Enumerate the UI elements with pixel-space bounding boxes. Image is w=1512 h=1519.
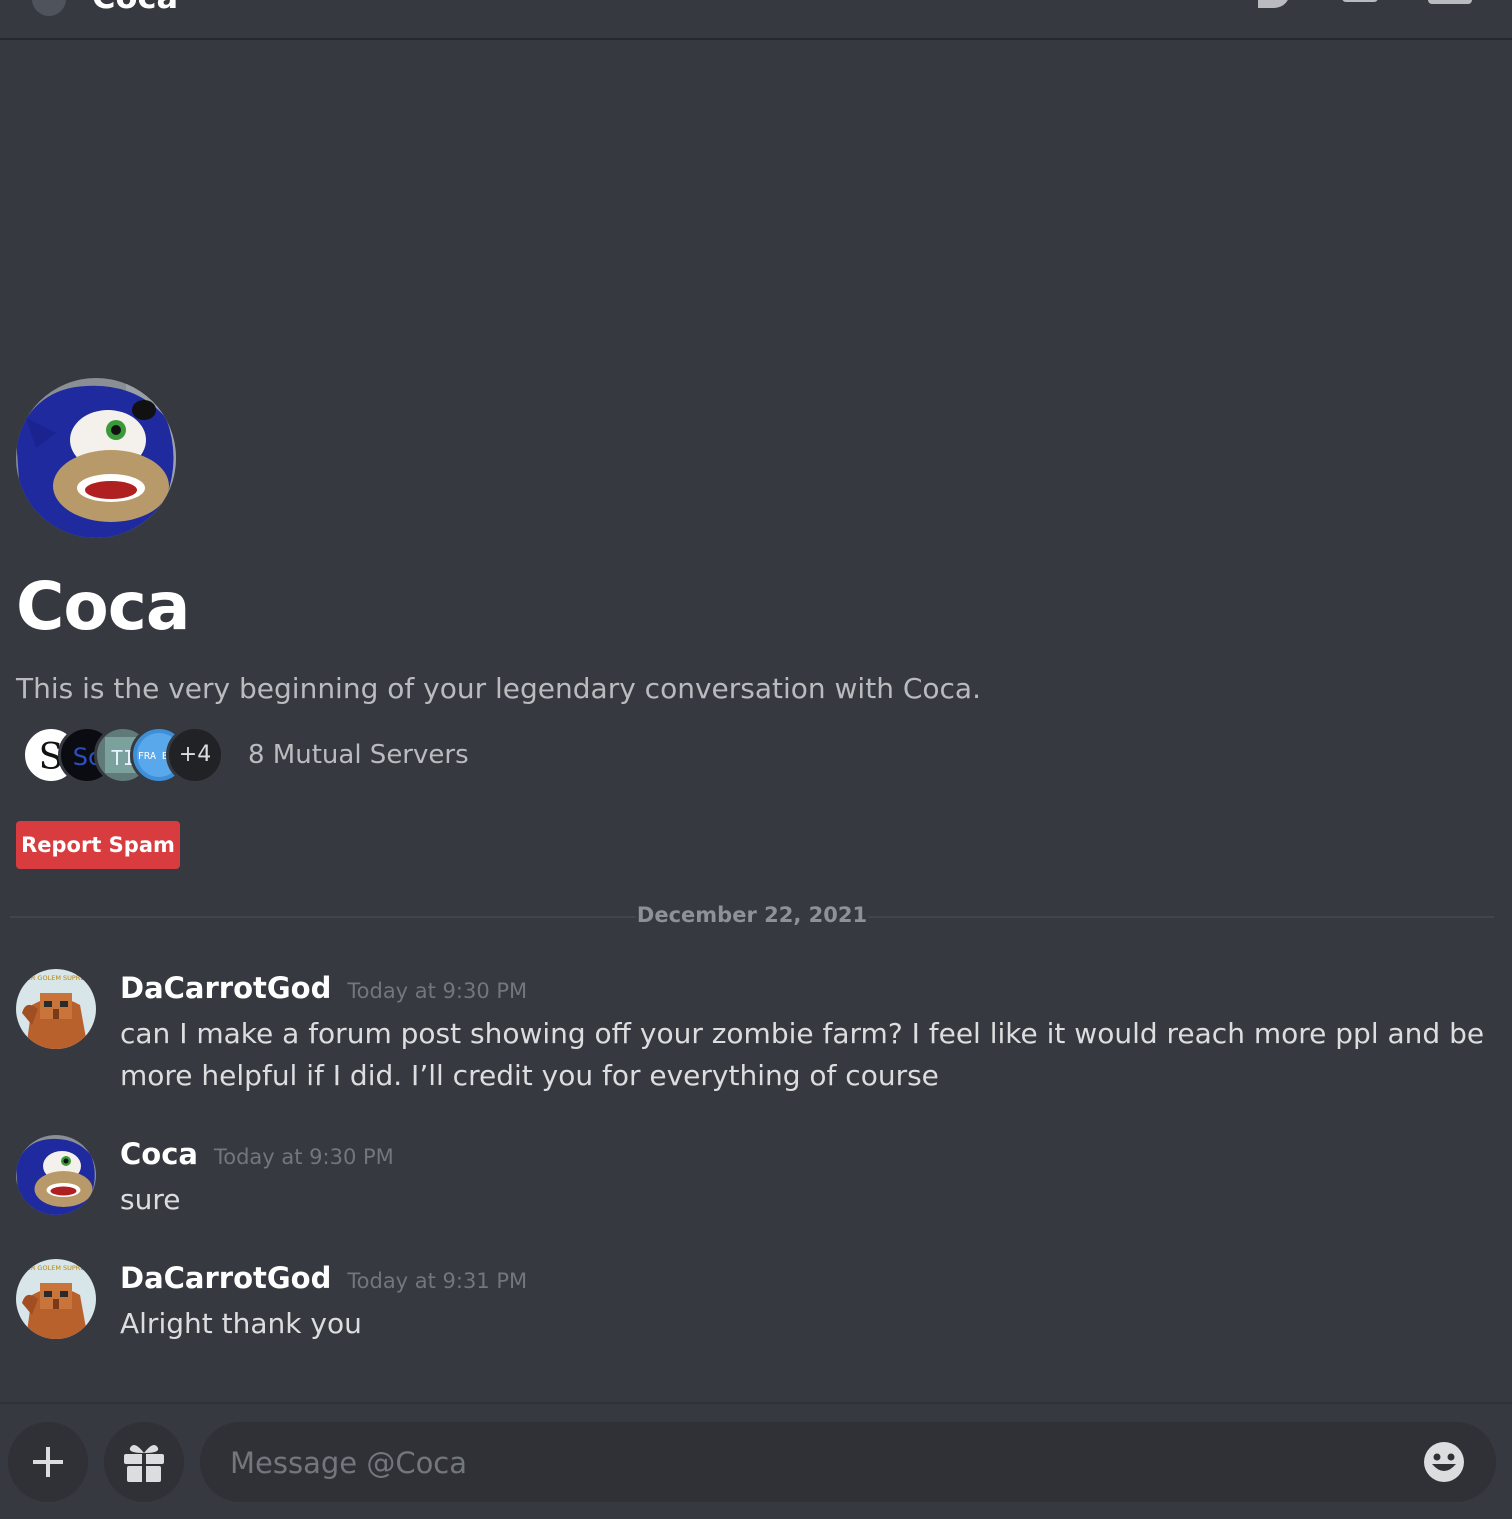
avatar[interactable]: COPPER GOLEM SUPREMACY — [16, 1259, 96, 1339]
profile-name: Coca — [16, 568, 190, 645]
channel-title: Coca — [92, 0, 178, 16]
back-arrow-icon[interactable] — [32, 0, 66, 16]
report-spam-button[interactable]: Report Spam — [16, 821, 180, 869]
message-timestamp: Today at 9:30 PM — [213, 1145, 394, 1169]
avatar[interactable]: COPPER GOLEM SUPREMACY — [16, 969, 96, 1049]
emoji-button[interactable] — [1422, 1440, 1466, 1484]
conversation-start-text: This is the very beginning of your legen… — [16, 672, 981, 705]
gift-icon — [124, 1444, 164, 1482]
member-list-icon[interactable] — [1428, 0, 1472, 4]
gift-button[interactable] — [104, 1422, 184, 1502]
call-icon[interactable] — [1258, 0, 1290, 8]
message-content: can I make a forum post showing off your… — [120, 1017, 1485, 1092]
message-composer — [0, 1402, 1512, 1519]
message-input-container[interactable] — [200, 1422, 1496, 1504]
message-input[interactable] — [228, 1422, 1412, 1504]
message-header: DaCarrotGod Today at 9:31 PM — [120, 1261, 527, 1295]
message-author[interactable]: Coca — [120, 1137, 198, 1171]
video-call-icon[interactable] — [1342, 0, 1378, 2]
message-timestamp: Today at 9:31 PM — [347, 1269, 528, 1293]
message-timestamp: Today at 9:30 PM — [347, 979, 528, 1003]
top-bar: Coca — [0, 0, 1512, 40]
message-author[interactable]: DaCarrotGod — [120, 1261, 331, 1295]
message-header: DaCarrotGod Today at 9:30 PM — [120, 971, 527, 1005]
hedgehog-avatar-icon — [16, 1135, 96, 1215]
plus-icon — [33, 1447, 63, 1477]
date-divider: December 22, 2021 — [636, 903, 868, 927]
copper-golem-avatar-icon: COPPER GOLEM SUPREMACY — [16, 969, 96, 1049]
attach-button[interactable] — [8, 1422, 88, 1502]
svg-text:COPPER GOLEM SUPREMACY: COPPER GOLEM SUPREMACY — [16, 1264, 96, 1272]
smiley-face-icon — [1424, 1442, 1464, 1482]
svg-text:COPPER GOLEM SUPREMACY: COPPER GOLEM SUPREMACY — [16, 974, 96, 982]
message-content: Alright thank you — [120, 1307, 362, 1340]
user-avatar[interactable] — [16, 378, 176, 538]
message-author[interactable]: DaCarrotGod — [120, 971, 331, 1005]
message-content: sure — [120, 1183, 181, 1216]
hedgehog-avatar-icon — [16, 378, 176, 538]
copper-golem-avatar-icon: COPPER GOLEM SUPREMACY — [16, 1259, 96, 1339]
message-header: Coca Today at 9:30 PM — [120, 1137, 394, 1171]
mutual-servers-label[interactable]: 8 Mutual Servers — [248, 740, 469, 770]
avatar[interactable] — [16, 1135, 96, 1215]
mutual-servers[interactable]: S Sc TI FRA BOT +4 8 Mutual Servers — [22, 726, 622, 784]
more-servers-badge[interactable]: +4 — [166, 726, 224, 784]
